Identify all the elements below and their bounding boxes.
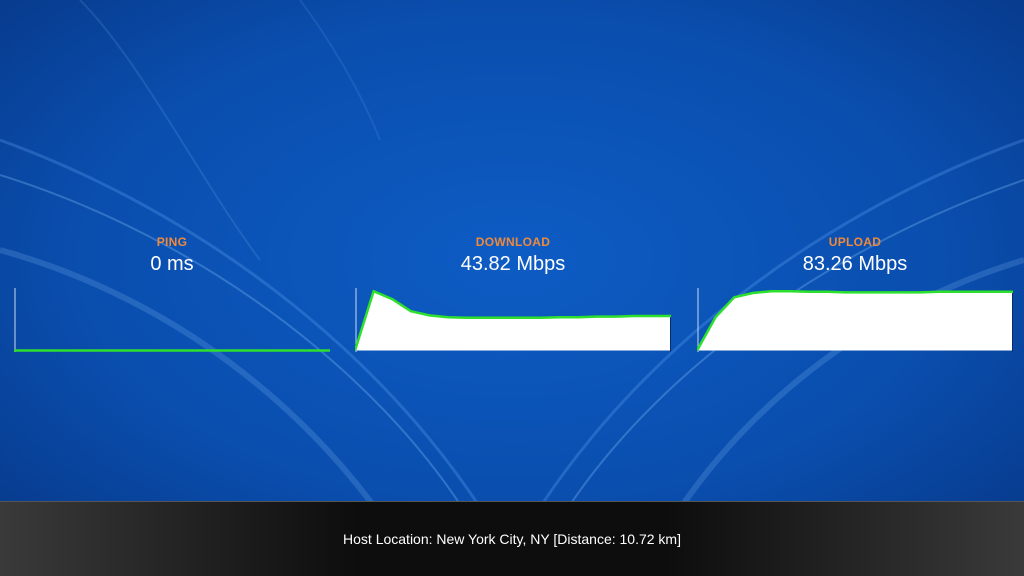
upload-metric: UPLOAD 83.26 Mbps <box>697 234 1013 276</box>
download-graph-area <box>355 291 671 351</box>
download-metric: DOWNLOAD 43.82 Mbps <box>355 234 671 276</box>
host-location-text: Host Location: New York City, NY [Distan… <box>343 531 681 547</box>
ping-graph <box>14 288 330 352</box>
download-graph <box>355 288 671 352</box>
upload-graph-area <box>697 291 1013 351</box>
upload-label: UPLOAD <box>828 235 882 249</box>
download-label: DOWNLOAD <box>475 235 551 249</box>
download-value: 43.82 Mbps <box>460 253 566 275</box>
ping-metric: PING 0 ms <box>14 234 330 276</box>
upload-graph <box>697 288 1013 352</box>
footer-bar: Host Location: New York City, NY [Distan… <box>0 501 1024 576</box>
ping-label: PING <box>156 235 188 249</box>
upload-value: 83.26 Mbps <box>802 253 908 275</box>
ping-value: 0 ms <box>150 253 194 275</box>
